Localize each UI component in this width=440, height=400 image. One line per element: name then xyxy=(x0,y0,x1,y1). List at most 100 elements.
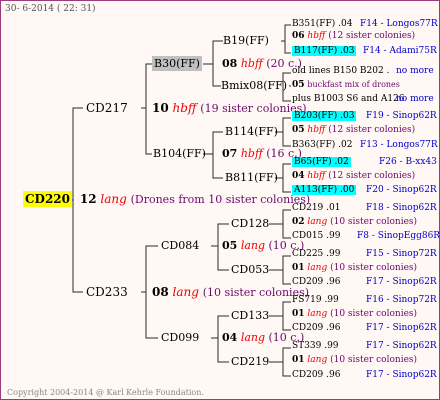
gen4-line: CD209 .96 xyxy=(292,371,340,380)
timestamp: 30- 6-2014 ( 22: 31) xyxy=(5,4,96,14)
gen4-line: old lines B150 B202 . xyxy=(292,67,389,76)
gen4-line: CD219 .01 xyxy=(292,204,340,213)
gen1-race: hbff xyxy=(172,101,197,115)
gen4-num: 01 xyxy=(292,263,305,273)
gen4-desc: (12 sister colonies) xyxy=(328,125,416,135)
gen2-node-2: CD084 xyxy=(161,240,199,251)
gen4-num: 01 xyxy=(292,309,305,319)
gen1-race: lang xyxy=(172,285,199,299)
gen2-race: hbff xyxy=(240,57,263,70)
gen4-line: plus B1003 S6 and A126 xyxy=(292,95,405,104)
gen4-code: F18 - Sinop62R xyxy=(366,203,437,213)
gen2-info-0: 08 hbff (20 c.) xyxy=(222,58,302,69)
gen4-mid: 06 hbff (12 sister colonies) xyxy=(292,32,415,41)
gen4-line: B65(FF) .02 xyxy=(292,157,351,167)
gen4-mid: 01 lang (10 sister colonies) xyxy=(292,310,417,319)
gen4-line: FS719 .99 xyxy=(292,296,339,305)
gen2-race: lang xyxy=(240,239,266,252)
gen2-race: hbff xyxy=(240,147,263,160)
gen4-race: hbff xyxy=(307,125,326,135)
gen3-node: B19(FF) xyxy=(223,34,269,47)
gen4-code: F8 - SinopEgg86R xyxy=(357,231,440,241)
gen4-race: hbff xyxy=(307,31,326,41)
gen4-num: 05 xyxy=(292,125,305,135)
gen1-name: CD217 xyxy=(86,101,128,115)
gen2-num: 08 xyxy=(222,57,238,70)
gen2-node-0: B30(FF) xyxy=(152,56,202,71)
gen4-desc: buckfast mix of drones xyxy=(307,80,400,89)
gen3-node: Bmix08(FF) xyxy=(221,79,288,92)
gen1-node-1: CD233 xyxy=(86,286,128,298)
gen4-code: F26 - B-xx43 xyxy=(379,157,437,167)
gen4-race: lang xyxy=(307,217,328,227)
gen4-desc: (10 sister colonies) xyxy=(330,309,418,319)
gen2-info-1: 07 hbff (16 c.) xyxy=(222,148,302,159)
pedigree-chart: 30- 6-2014 ( 22: 31) CD220 12 lang (Dron… xyxy=(0,0,440,400)
gen4-id: B363(FF) .02 xyxy=(292,140,353,150)
root-name: CD220 xyxy=(23,191,73,207)
gen2-name: B104(FF) xyxy=(153,147,206,160)
gen4-num: 02 xyxy=(292,217,305,227)
gen4-desc: (12 sister colonies) xyxy=(328,31,416,41)
gen4-mid: 02 lang (10 sister colonies) xyxy=(292,218,417,227)
gen3-node: CD128 xyxy=(231,217,270,230)
gen4-mid: 01 lang (10 sister colonies) xyxy=(292,264,417,273)
gen1-num: 08 xyxy=(152,285,169,299)
gen1-node-0: CD217 xyxy=(86,102,128,114)
gen4-id: old lines B150 B202 . xyxy=(292,66,390,76)
gen2-name: CD099 xyxy=(161,331,200,344)
gen1-desc: (19 sister colonies) xyxy=(200,102,307,115)
gen4-code: no more xyxy=(396,94,434,104)
gen4-code: F17 - Sinop62R xyxy=(366,323,437,333)
gen4-id: CD225 .99 xyxy=(292,249,341,259)
gen4-mid: 04 hbff (12 sister colonies) xyxy=(292,172,415,181)
gen4-race: lang xyxy=(307,263,328,273)
gen4-line: B203(FF) .03 xyxy=(292,111,357,121)
gen4-line: CD225 .99 xyxy=(292,250,340,259)
gen4-desc: (10 sister colonies) xyxy=(330,355,418,365)
gen4-race: lang xyxy=(307,355,328,365)
gen1-info-1: 08 lang (10 sister colonies) xyxy=(152,286,309,298)
gen4-race: lang xyxy=(307,309,328,319)
root-node: CD220 12 lang (Drones from 10 sister col… xyxy=(23,191,311,207)
gen4-line: CD209 .96 xyxy=(292,324,340,333)
gen4-id: ST339 .99 xyxy=(292,341,339,351)
gen4-line: CD015 .99 xyxy=(292,232,340,241)
gen4-id: B117(FF) .03 xyxy=(292,46,357,56)
root-desc: (Drones from 10 sister colonies) xyxy=(130,193,311,206)
gen4-code: no more xyxy=(396,66,434,76)
gen4-id: B65(FF) .02 xyxy=(292,157,351,167)
gen3-node: CD133 xyxy=(231,309,270,322)
gen4-id: FS719 .99 xyxy=(292,295,339,305)
gen4-id: B203(FF) .03 xyxy=(292,111,357,121)
gen3-node: B811(FF) xyxy=(225,171,278,184)
gen3-node: B114(FF) xyxy=(225,125,278,138)
gen4-code: F15 - Sinop72R xyxy=(366,249,437,259)
gen4-id: CD219 .01 xyxy=(292,203,341,213)
gen4-num: 05 xyxy=(292,80,305,90)
gen4-code: F20 - Sinop62R xyxy=(366,185,437,195)
gen4-id: A113(FF) .00 xyxy=(292,185,357,195)
gen1-info-0: 10 hbff (19 sister colonies) xyxy=(152,102,307,114)
gen4-id: CD209 .96 xyxy=(292,277,341,287)
gen4-desc: (10 sister colonies) xyxy=(330,217,418,227)
gen3-node: CD219 xyxy=(231,355,270,368)
gen4-code: F17 - Sinop62R xyxy=(366,370,437,380)
gen4-num: 04 xyxy=(292,171,305,181)
gen4-line: ST339 .99 xyxy=(292,342,339,351)
gen4-num: 06 xyxy=(292,31,305,41)
gen4-desc: (10 sister colonies) xyxy=(330,263,418,273)
root-race: lang xyxy=(100,192,127,206)
gen4-code: F17 - Sinop62R xyxy=(366,277,437,287)
gen4-code: F17 - Sinop62R xyxy=(366,341,437,351)
gen2-num: 05 xyxy=(222,239,238,252)
gen4-num: 01 xyxy=(292,355,305,365)
gen2-race: lang xyxy=(240,331,266,344)
gen2-name: CD084 xyxy=(161,239,200,252)
gen4-mid: 05 buckfast mix of drones xyxy=(292,81,400,90)
gen3-node: CD053 xyxy=(231,263,270,276)
gen2-node-1: B104(FF) xyxy=(153,148,206,159)
gen1-num: 10 xyxy=(152,101,169,115)
gen4-line: B117(FF) .03 xyxy=(292,46,357,56)
gen4-mid: 05 hbff (12 sister colonies) xyxy=(292,126,415,135)
